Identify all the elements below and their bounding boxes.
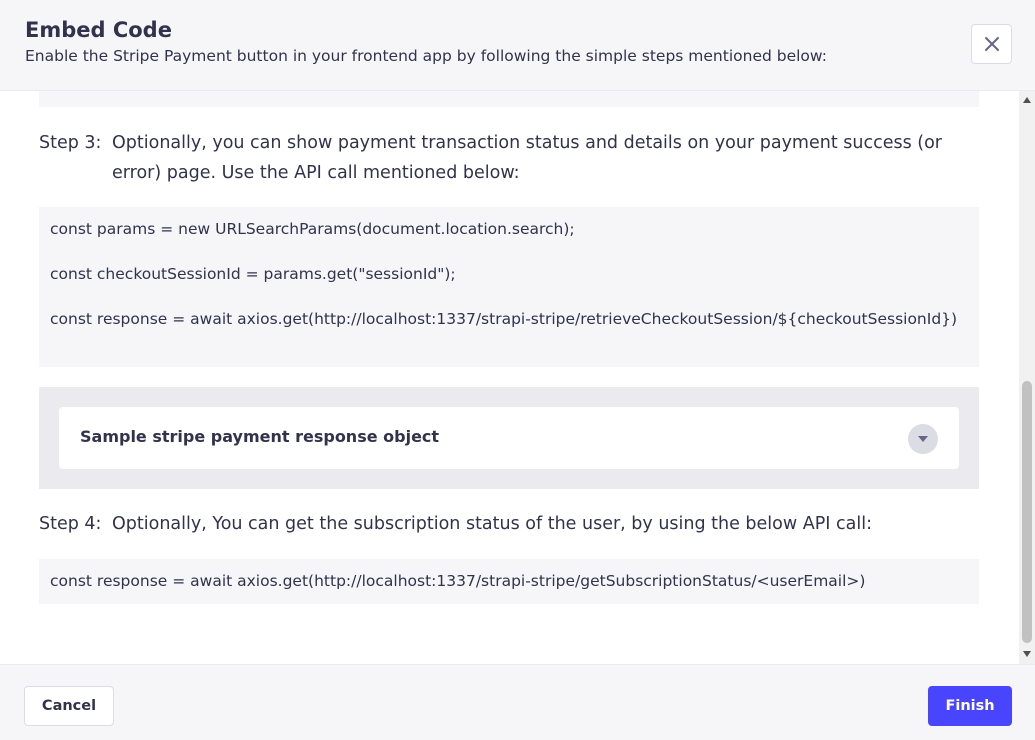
code-block-subscription-status: const response = await axios.get(http://… bbox=[39, 559, 979, 604]
previous-code-block bbox=[39, 91, 979, 107]
code-line: const response = await axios.get(http://… bbox=[50, 310, 958, 328]
step-3-label: Step 3: bbox=[39, 133, 102, 153]
step-3-text: Optionally, you can show payment transac… bbox=[112, 133, 943, 183]
code-line: const checkoutSessionId = params.get("se… bbox=[50, 265, 456, 283]
sample-response-accordion[interactable]: Sample stripe payment response object bbox=[59, 407, 959, 469]
step-4-text: Optionally, You can get the subscription… bbox=[112, 514, 872, 534]
chevron-down-icon bbox=[918, 436, 928, 442]
cancel-button[interactable]: Cancel bbox=[24, 686, 114, 726]
step-4-label: Step 4: bbox=[39, 514, 102, 534]
code-line: const params = new URLSearchParams(docum… bbox=[50, 220, 575, 238]
close-icon bbox=[984, 37, 999, 51]
accordion-toggle-button[interactable] bbox=[908, 424, 938, 454]
modal-footer: Cancel Finish bbox=[0, 664, 1035, 740]
step-3: Step 3: Optionally, you can show payment… bbox=[39, 128, 974, 188]
modal-title: Embed Code bbox=[25, 18, 172, 42]
step-4: Step 4: Optionally, You can get the subs… bbox=[39, 509, 974, 539]
scrollbar-thumb[interactable] bbox=[1022, 381, 1032, 643]
modal-body[interactable]: Step 3: Optionally, you can show payment… bbox=[0, 91, 1035, 664]
code-block-transaction-status: const params = new URLSearchParams(docum… bbox=[39, 207, 979, 367]
modal-subtitle: Enable the Stripe Payment button in your… bbox=[25, 47, 827, 65]
finish-button[interactable]: Finish bbox=[928, 686, 1012, 726]
code-line: const response = await axios.get(http://… bbox=[50, 572, 866, 590]
embed-code-modal: Embed Code Enable the Stripe Payment but… bbox=[0, 0, 1035, 740]
modal-header: Embed Code Enable the Stripe Payment but… bbox=[0, 0, 1035, 91]
scroll-down-arrow-icon[interactable] bbox=[1023, 651, 1031, 657]
close-button[interactable] bbox=[971, 24, 1012, 64]
accordion-container: Sample stripe payment response object bbox=[39, 387, 979, 489]
accordion-label: Sample stripe payment response object bbox=[80, 427, 440, 446]
scroll-up-arrow-icon[interactable] bbox=[1023, 97, 1031, 103]
vertical-scrollbar[interactable] bbox=[1019, 91, 1035, 664]
